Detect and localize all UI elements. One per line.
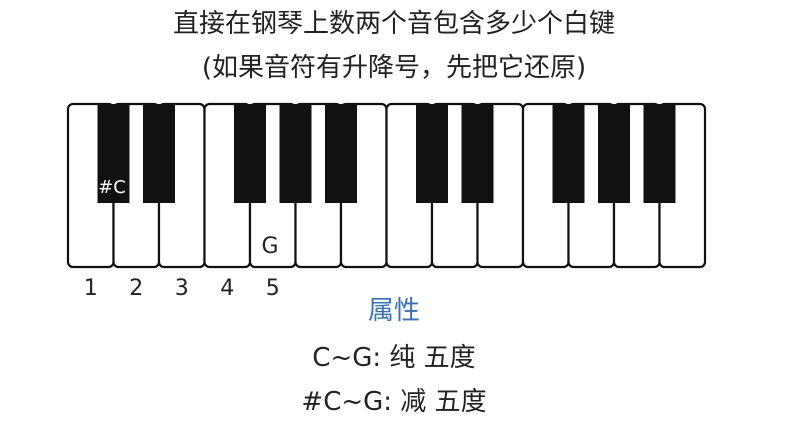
black-key <box>143 104 175 203</box>
black-key <box>552 104 585 203</box>
black-key <box>279 104 312 203</box>
key-label-g: G <box>261 234 278 259</box>
black-key <box>461 104 494 203</box>
properties-title: 属性 <box>367 296 420 326</box>
black-key <box>416 104 448 203</box>
black-key <box>598 104 630 203</box>
black-key <box>643 104 676 203</box>
black-key <box>234 104 266 203</box>
interval-sharp-c-to-g: #C~G: 减 五度 <box>301 387 487 417</box>
black-key <box>325 104 357 203</box>
key-label-sharp-c: #C <box>98 177 126 198</box>
interval-c-to-g: C~G: 纯 五度 <box>312 343 476 373</box>
